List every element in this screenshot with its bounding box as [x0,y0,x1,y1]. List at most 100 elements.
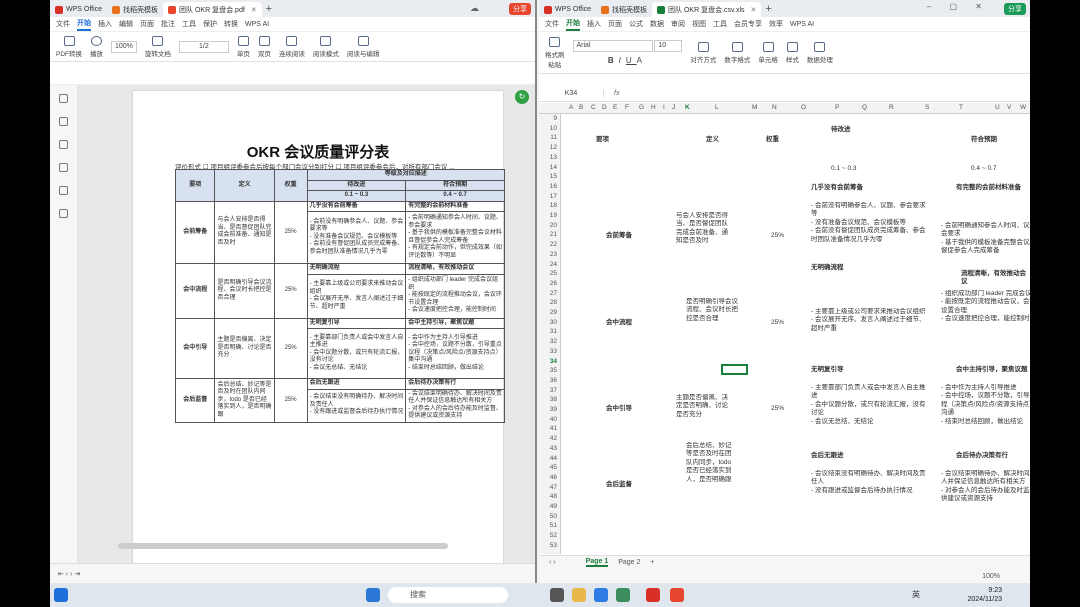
column-header[interactable]: D [602,104,607,111]
menu-wps-ai[interactable]: WPS AI [245,21,269,28]
share-button[interactable]: 分享 [1004,3,1026,15]
column-header[interactable]: B [579,104,583,111]
double-page-button[interactable]: 双页 [258,35,271,58]
menu-home[interactable]: 开始 [566,18,580,31]
cell-range1[interactable]: 0.1 ~ 0.3 [831,165,856,173]
bookmark-icon[interactable] [59,94,68,103]
column-header[interactable]: M [752,104,757,111]
column-header[interactable]: R [889,104,894,111]
cell-weight2[interactable]: 25% [771,319,784,327]
row-header[interactable]: 26 [550,280,557,287]
tab-template[interactable]: 找稻壳模板 [596,2,652,17]
edge-icon[interactable] [594,588,608,602]
cell-low4-head[interactable]: 会后无跟进 [811,452,844,460]
cell-mid1-head[interactable]: 有完整的会前材料准备 [956,184,1021,192]
menu-tools[interactable]: 工具 [713,19,727,29]
row-header[interactable]: 11 [550,134,557,141]
cell-def3[interactable]: 主题是否偏离、决定是否明确、讨论是否充分 [676,394,731,420]
row-header[interactable]: 20 [550,222,557,229]
menu-protect[interactable]: 保护 [203,19,217,29]
column-header[interactable]: G [639,104,644,111]
row-header[interactable]: 14 [550,164,557,171]
sheet-tab-page1[interactable]: Page 1 [585,558,609,567]
cell-low1-head[interactable]: 几乎没有会前筹备 [811,184,863,192]
menu-edit[interactable]: 编辑 [119,19,133,29]
row-header[interactable]: 45 [550,464,557,471]
cell-low3[interactable]: - 主要靠部门负责人或会中发言人自主推进 - 会中议题分散，或只有轮流汇报，没有… [811,384,931,428]
row-header[interactable]: 10 [550,125,557,132]
column-header[interactable]: V [1007,104,1011,111]
row-header[interactable]: 19 [550,212,557,219]
row-header[interactable]: 37 [550,387,557,394]
row-header[interactable]: 38 [550,396,557,403]
sheet-nav-icon[interactable]: ‹ › [549,559,556,566]
row-header[interactable]: 52 [550,532,557,539]
cell-item2[interactable]: 会中流程 [606,319,632,327]
menu-formula[interactable]: 公式 [629,19,643,29]
system-clock[interactable]: 9:23 2024/11/23 [967,586,1002,604]
column-header[interactable]: P [835,104,839,111]
rotate-button[interactable]: 旋转文档 [145,35,171,58]
cell-weight3[interactable]: 25% [771,405,784,413]
close-tab-icon[interactable]: ✕ [751,6,757,14]
column-header[interactable]: C [591,104,596,111]
font-family-select[interactable]: Arial [572,40,653,52]
sheet-grid[interactable]: 待改进 符合预期 要项 定义 权重 0.1 ~ 0.3 0.4 ~ 0.7 几乎… [561,114,1030,554]
file-explorer-icon[interactable] [572,588,586,602]
column-header[interactable]: L [715,104,719,111]
share-button[interactable]: 分享 [509,3,531,15]
cell-button[interactable]: 单元格 [758,41,778,64]
row-header[interactable]: 31 [550,328,557,335]
tab-template[interactable]: 找稻壳模板 [107,2,163,17]
wps-taskbar-icon[interactable] [646,588,660,602]
column-header[interactable]: N [772,104,777,111]
ai-assistant-icon[interactable]: ↻ [515,90,529,104]
add-sheet-icon[interactable]: + [650,559,654,566]
row-header[interactable]: 44 [550,455,557,462]
thumbnail-icon[interactable] [59,117,68,126]
row-header[interactable]: 41 [550,425,557,432]
row-header[interactable]: 24 [550,261,557,268]
row-header[interactable]: 33 [550,348,557,355]
font-size-select[interactable]: 10 [654,40,683,52]
style-button[interactable]: 样式 [786,41,799,64]
menu-efficiency[interactable]: 效率 [769,19,783,29]
cell-mid3-head[interactable]: 会中主持引导，聚焦议题 [956,366,1028,374]
layers-icon[interactable] [59,209,68,218]
menu-view[interactable]: 视图 [692,19,706,29]
column-header[interactable]: E [613,104,617,111]
column-header[interactable]: A [569,104,573,111]
new-tab-icon[interactable]: + [266,3,272,15]
row-header[interactable]: 49 [550,503,557,510]
widgets-icon[interactable] [54,588,68,602]
sheet-tab-page2[interactable]: Page 2 [618,559,640,566]
tab-wps-office[interactable]: WPS Office [50,2,107,17]
menu-file[interactable]: 文件 [545,19,559,29]
cell-range2[interactable]: 0.4 ~ 0.7 [971,165,996,173]
menu-convert[interactable]: 转换 [224,19,238,29]
number-format-button[interactable]: 数字格式 [724,41,750,64]
page-nav[interactable]: 1/2 [178,40,229,53]
cell-weight-header[interactable]: 权重 [766,136,779,144]
cell-mid2[interactable]: - 组织成功部门 leader 完成会议组织 - 能按既定的流程推动会议，会议环… [941,290,1030,336]
row-header[interactable]: 29 [550,309,557,316]
row-header[interactable]: 36 [550,377,557,384]
row-header[interactable]: 39 [550,406,557,413]
menu-file[interactable]: 文件 [56,19,70,29]
menu-home[interactable]: 开始 [77,18,91,31]
menu-data[interactable]: 数据 [650,19,664,29]
row-header[interactable]: 50 [550,513,557,520]
taskbar-search[interactable]: 搜索 [388,587,508,603]
align-button[interactable]: 对齐方式 [690,41,716,64]
menu-annotate[interactable]: 批注 [161,19,175,29]
column-header[interactable]: J [672,104,675,111]
tag-icon[interactable] [59,163,68,172]
zoom-control[interactable]: 100% [111,40,137,53]
menu-page[interactable]: 页面 [140,19,154,29]
menu-tools[interactable]: 工具 [182,19,196,29]
read-edit-button[interactable]: 阅读与编辑 [347,35,379,58]
wps-pdf-taskbar-icon[interactable] [670,588,684,602]
row-header[interactable]: 32 [550,338,557,345]
row-header[interactable]: 30 [550,319,557,326]
ime-indicator[interactable]: 英 [912,589,920,600]
